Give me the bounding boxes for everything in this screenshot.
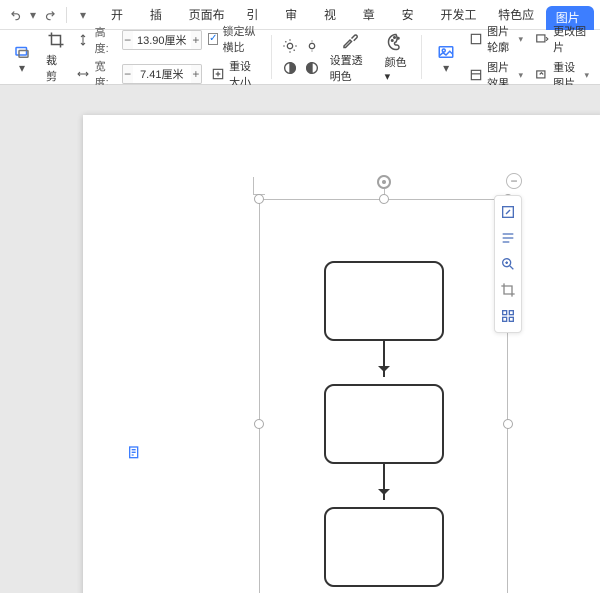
picture-outline-button[interactable]: 图片轮廓▾ bbox=[466, 22, 526, 56]
height-icon bbox=[76, 32, 91, 48]
ribbon: ▾ 裁剪 高度: − + 宽度: − + bbox=[0, 30, 600, 85]
picture-style-button[interactable]: ▾ bbox=[432, 40, 460, 74]
panel-crop-button[interactable] bbox=[497, 277, 519, 303]
height-increase[interactable]: + bbox=[191, 30, 201, 50]
lock-ratio-label: 锁定纵横比 bbox=[222, 23, 260, 55]
change-picture-button[interactable]: 更改图片 bbox=[532, 22, 592, 56]
menu-tab-section[interactable]: 章节 bbox=[353, 0, 392, 30]
menu-tab-review[interactable]: 审阅 bbox=[275, 0, 314, 30]
lock-ratio-checkbox[interactable]: 锁定纵横比 bbox=[208, 23, 261, 55]
panel-properties-button[interactable] bbox=[497, 225, 519, 251]
dropdown-icon: ▾ bbox=[436, 64, 456, 72]
reset-picture-icon bbox=[535, 67, 549, 83]
redo-button[interactable] bbox=[40, 5, 60, 25]
document-page[interactable] bbox=[83, 115, 600, 593]
color-button[interactable]: 颜色 ▾ bbox=[381, 30, 412, 85]
change-picture-icon bbox=[535, 31, 549, 47]
dropdown-icon: ▾ bbox=[12, 64, 32, 72]
panel-collapse-button[interactable]: − bbox=[506, 173, 522, 189]
qat-separator bbox=[66, 7, 67, 23]
panel-more-button[interactable] bbox=[497, 303, 519, 329]
flowchart-arrow-1 bbox=[383, 341, 385, 377]
menu-tab-view[interactable]: 视图 bbox=[314, 0, 353, 30]
panel-edit-button[interactable] bbox=[497, 199, 519, 225]
set-transparent-button[interactable]: 设置透明色 bbox=[326, 28, 375, 86]
adjust-icons-group bbox=[282, 38, 320, 76]
brightness-up-icon[interactable] bbox=[282, 38, 298, 54]
height-decrease[interactable]: − bbox=[123, 30, 133, 50]
workspace: − bbox=[0, 85, 600, 593]
handle-left[interactable] bbox=[254, 419, 264, 429]
quick-access-toolbar: ▾ ▾ bbox=[6, 5, 93, 25]
selected-image[interactable] bbox=[259, 199, 508, 593]
width-increase[interactable]: + bbox=[191, 64, 201, 84]
height-label: 高度: bbox=[95, 24, 118, 56]
width-stepper[interactable]: − + bbox=[122, 64, 203, 84]
panel-zoom-button[interactable] bbox=[497, 251, 519, 277]
handle-top[interactable] bbox=[379, 194, 389, 204]
handle-right[interactable] bbox=[503, 419, 513, 429]
checkbox-icon bbox=[208, 33, 218, 45]
height-input[interactable] bbox=[133, 34, 191, 46]
crop-button[interactable]: 裁剪 bbox=[42, 28, 70, 86]
height-row: 高度: − + bbox=[76, 24, 202, 56]
layout-options-icon[interactable] bbox=[127, 445, 143, 461]
color-label: 颜色 ▾ bbox=[385, 54, 408, 83]
rotation-handle[interactable] bbox=[377, 175, 391, 189]
crop-label: 裁剪 bbox=[46, 52, 66, 84]
ribbon-separator-1 bbox=[271, 35, 272, 79]
outline-label: 图片轮廓 bbox=[487, 23, 512, 55]
ribbon-separator-2 bbox=[421, 35, 422, 79]
reset-size-icon bbox=[211, 66, 225, 82]
picture-style-opts: 图片轮廓▾ 图片效果▾ bbox=[466, 22, 526, 92]
flowchart-box-1 bbox=[324, 261, 444, 341]
contrast-down-icon[interactable] bbox=[304, 60, 320, 76]
eyedropper-icon bbox=[340, 30, 360, 50]
picture-change-opts: 更改图片 重设图片▾ bbox=[532, 22, 592, 92]
flowchart-box-2 bbox=[324, 384, 444, 464]
effect-icon bbox=[469, 67, 483, 83]
width-decrease[interactable]: − bbox=[123, 64, 133, 84]
height-stepper[interactable]: − + bbox=[122, 30, 203, 50]
change-picture-label: 更改图片 bbox=[553, 23, 589, 55]
outline-icon bbox=[469, 31, 483, 47]
flowchart-arrow-2 bbox=[383, 464, 385, 500]
crop-icon bbox=[46, 30, 66, 50]
cursor-mark bbox=[253, 177, 265, 195]
picture-style-icon bbox=[436, 42, 456, 62]
shape-icon bbox=[12, 42, 32, 62]
handle-top-left[interactable] bbox=[254, 194, 264, 204]
contrast-up-icon[interactable] bbox=[282, 60, 298, 76]
width-input[interactable] bbox=[133, 68, 191, 80]
insert-shape-button[interactable]: ▾ bbox=[8, 40, 36, 74]
lock-reset-group: 锁定纵横比 重设大小 bbox=[208, 23, 261, 91]
undo-dropdown[interactable]: ▾ bbox=[28, 5, 38, 25]
undo-button[interactable] bbox=[6, 5, 26, 25]
qat-dropdown[interactable]: ▾ bbox=[73, 5, 93, 25]
flowchart-box-3 bbox=[324, 507, 444, 587]
size-group: 高度: − + 宽度: − + bbox=[76, 24, 202, 90]
brightness-down-icon[interactable] bbox=[304, 38, 320, 54]
menu-tab-security[interactable]: 安全 bbox=[392, 0, 431, 30]
image-side-panel bbox=[494, 195, 522, 333]
color-icon bbox=[386, 32, 406, 52]
width-icon bbox=[76, 66, 91, 82]
set-transparent-label: 设置透明色 bbox=[330, 52, 371, 84]
